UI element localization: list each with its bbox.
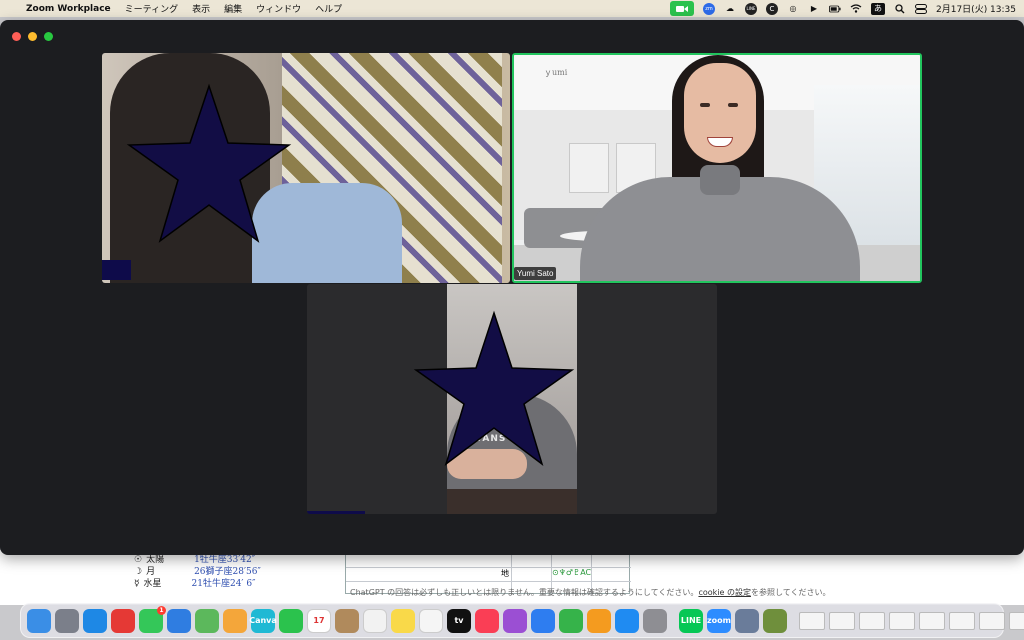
app-store-icon[interactable]	[615, 608, 639, 633]
participant-video-tile-3[interactable]: VANS	[307, 284, 717, 514]
minimized-window-thumbnail[interactable]	[889, 611, 915, 630]
menu-meeting[interactable]: ミーティング	[125, 2, 178, 15]
desk	[447, 489, 577, 514]
canva-icon-label: Canva	[249, 616, 277, 625]
minimized-window-thumbnail[interactable]	[1009, 611, 1024, 630]
wifi-icon[interactable]	[850, 3, 862, 14]
zoom-status-icon[interactable]: zm	[703, 2, 715, 15]
chrome-icon[interactable]	[111, 608, 135, 633]
crown-app-icon[interactable]	[763, 608, 787, 633]
photos-icon[interactable]	[223, 608, 247, 633]
messages-icon[interactable]: 1	[139, 605, 166, 633]
ceiling-text: ｙumi	[544, 68, 568, 77]
mail-icon[interactable]	[167, 608, 191, 633]
system-settings-icon[interactable]	[643, 608, 667, 633]
participant-eye	[728, 103, 738, 107]
pages-icon[interactable]	[587, 608, 611, 633]
notification-badge: 1	[157, 605, 166, 615]
minimize-window-button[interactable]	[28, 32, 37, 41]
participant-face	[684, 63, 756, 163]
play-icon[interactable]: ▶	[808, 3, 820, 14]
status-area: zm ☁ LINE C ◎ ▶ あ 2月17日(火) 13:35	[670, 0, 1016, 17]
background-document: ☉ 太陽 1牡牛座33′42″ ☽ 月 26獅子座28′56″ ☿ 水星 21牡牛座24′ …	[0, 550, 1024, 605]
participant-video-tile-2[interactable]: ｙumi Yumi Sato	[512, 53, 922, 283]
grid-line	[346, 581, 631, 582]
zoom-icon-label: zoom	[707, 616, 731, 625]
menu-window[interactable]: ウィンドウ	[256, 2, 301, 15]
redacted-name-label	[307, 511, 365, 514]
tv-icon[interactable]: tv	[447, 608, 471, 633]
freeform-icon[interactable]	[419, 608, 443, 633]
airdrop-icon[interactable]: ◎	[787, 3, 799, 14]
preview-icon[interactable]	[735, 608, 759, 633]
grid-label: 地	[501, 569, 509, 578]
cloud-sync-icon[interactable]: ☁	[724, 3, 736, 14]
close-window-button[interactable]	[12, 32, 21, 41]
menu-help[interactable]: ヘルプ	[315, 2, 342, 15]
participant-collar	[700, 165, 740, 195]
launchpad-icon[interactable]	[55, 608, 79, 633]
clock[interactable]: 2月17日(火) 13:35	[936, 2, 1016, 15]
finder-icon[interactable]	[27, 608, 51, 633]
minimized-window-thumbnail[interactable]	[859, 611, 885, 630]
zoom-camera-icon[interactable]	[670, 1, 694, 16]
minimized-window-thumbnail[interactable]	[979, 611, 1005, 630]
chatgpt-disclaimer: ChatGPT の回答は必ずしも正しいとは限りません。重要な情報は確認するように…	[350, 588, 831, 597]
participant-video-tile-1[interactable]	[102, 53, 510, 283]
c-status-icon[interactable]: C	[766, 2, 778, 15]
podcasts-icon[interactable]	[503, 608, 527, 633]
line-icon-label: LINE	[680, 616, 702, 625]
minimized-window-thumbnail[interactable]	[949, 611, 975, 630]
minimized-window-thumbnail[interactable]	[829, 611, 855, 630]
keynote-icon[interactable]	[531, 608, 555, 633]
menu-view[interactable]: 表示	[192, 2, 210, 15]
menu-bar: Zoom Workplace ミーティング 表示 編集 ウィンドウ ヘルプ zm…	[0, 0, 1024, 17]
search-icon[interactable]	[894, 3, 906, 14]
canva-icon[interactable]: Canva	[249, 608, 277, 633]
line-icon[interactable]: LINE	[679, 608, 703, 633]
app-menu[interactable]: Zoom Workplace	[26, 4, 111, 14]
reminders-icon[interactable]	[363, 608, 387, 633]
participant-eye	[700, 103, 710, 107]
input-method-icon[interactable]: あ	[871, 2, 885, 15]
tv-icon-label: tv	[454, 616, 464, 625]
maximize-window-button[interactable]	[44, 32, 53, 41]
notes-icon[interactable]	[391, 608, 415, 633]
cookie-settings-link[interactable]: cookie の設定	[698, 588, 751, 597]
calendar-icon-label: 17	[313, 616, 325, 625]
music-icon[interactable]	[475, 608, 499, 633]
maps-icon[interactable]	[195, 608, 219, 633]
wall-frame	[569, 143, 609, 193]
planet-row: ☿ 水星 21牡牛座24′ 6″	[134, 579, 256, 589]
minimized-window-thumbnail[interactable]	[919, 611, 945, 630]
contacts-icon[interactable]	[335, 608, 359, 633]
calendar-icon[interactable]: 17	[307, 608, 331, 633]
dock: 1 Canva 17 tv LINE zoom	[20, 603, 1024, 638]
grid-symbols: ⊙♆♂♇AC	[552, 568, 592, 577]
numbers-icon[interactable]	[559, 608, 583, 633]
menu-edit[interactable]: 編集	[224, 2, 242, 15]
star-censor-icon	[413, 310, 575, 466]
battery-icon[interactable]	[829, 3, 841, 14]
participant-name-label: Yumi Sato	[514, 267, 557, 280]
zoom-meeting-window: ｙumi Yumi Sato VANS	[0, 20, 1024, 555]
star-censor-icon	[126, 83, 292, 243]
minimized-window-thumbnail[interactable]	[799, 611, 825, 630]
facetime-icon[interactable]	[279, 608, 303, 633]
redacted-name-label	[102, 260, 131, 280]
control-center-icon[interactable]	[915, 3, 927, 14]
line-status-icon[interactable]: LINE	[745, 2, 757, 15]
safari-icon[interactable]	[83, 608, 107, 633]
zoom-icon[interactable]: zoom	[707, 608, 731, 633]
